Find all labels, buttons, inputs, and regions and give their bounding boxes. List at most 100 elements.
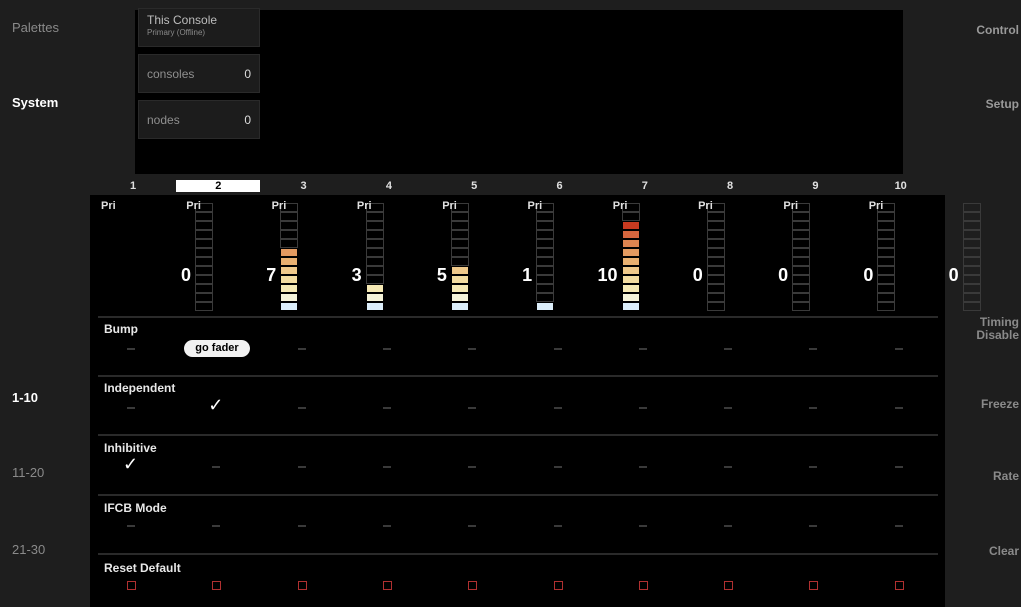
meter-segment bbox=[536, 230, 555, 239]
fader-level-value: 10 bbox=[597, 265, 618, 285]
bump-toggle-9[interactable] bbox=[809, 348, 818, 350]
inhibitive-toggle-8[interactable] bbox=[724, 466, 733, 468]
level-meter[interactable] bbox=[621, 201, 640, 311]
nav-system[interactable]: System bbox=[12, 95, 58, 110]
page-11-20[interactable]: 11-20 bbox=[12, 465, 44, 480]
timing-disable-button[interactable]: Timing Disable bbox=[959, 316, 1021, 342]
ifcb-toggle-9[interactable] bbox=[809, 525, 818, 527]
independent-toggle-6[interactable] bbox=[553, 407, 562, 409]
nodes-box[interactable]: nodes 0 bbox=[138, 100, 260, 139]
reset-default-checkbox[interactable] bbox=[382, 581, 392, 590]
bump-toggle-7[interactable] bbox=[638, 348, 647, 350]
meter-segment bbox=[706, 230, 725, 239]
meter-segment bbox=[365, 293, 384, 302]
independent-toggle-4[interactable] bbox=[382, 407, 391, 409]
inhibitive-toggle-3[interactable] bbox=[297, 466, 306, 468]
independent-toggle-1[interactable] bbox=[127, 407, 135, 409]
independent-toggle-3[interactable] bbox=[297, 407, 306, 409]
meter-segment bbox=[536, 266, 555, 275]
page-21-30[interactable]: 21-30 bbox=[12, 542, 45, 557]
bump-toggle-8[interactable] bbox=[724, 348, 733, 350]
ifcb-toggle-4[interactable] bbox=[382, 525, 391, 527]
reset-default-checkbox[interactable] bbox=[724, 581, 734, 590]
ifcb-toggle-3[interactable] bbox=[297, 525, 306, 527]
ifcb-toggle-7[interactable] bbox=[638, 525, 647, 527]
meter-segment bbox=[706, 221, 725, 230]
independent-check-icon[interactable]: ✓ bbox=[208, 395, 223, 416]
inhibitive-toggle-5[interactable] bbox=[468, 466, 477, 468]
level-meter[interactable] bbox=[450, 201, 469, 311]
fader-number-3[interactable]: 3 bbox=[262, 180, 346, 192]
bump-toggle-3[interactable] bbox=[297, 348, 306, 350]
ifcb-toggle-8[interactable] bbox=[724, 525, 733, 527]
ifcb-toggle-1[interactable] bbox=[127, 525, 135, 527]
nav-setup[interactable]: Setup bbox=[959, 98, 1021, 111]
meter-segment bbox=[280, 248, 299, 257]
bump-toggle-5[interactable] bbox=[468, 348, 477, 350]
ifcb-toggle-10[interactable] bbox=[894, 525, 903, 527]
bump-toggle-1[interactable] bbox=[127, 348, 135, 350]
fader-number-4[interactable]: 4 bbox=[347, 180, 431, 192]
bump-toggle-10[interactable] bbox=[894, 348, 903, 350]
independent-toggle-10[interactable] bbox=[894, 407, 903, 409]
nav-control[interactable]: Control bbox=[959, 24, 1021, 37]
independent-toggle-7[interactable] bbox=[638, 407, 647, 409]
fader-number-8[interactable]: 8 bbox=[688, 180, 772, 192]
inhibitive-toggle-4[interactable] bbox=[382, 466, 391, 468]
fader-number-6[interactable]: 6 bbox=[518, 180, 602, 192]
bump-toggle-4[interactable] bbox=[382, 348, 391, 350]
fader-number-9[interactable]: 9 bbox=[773, 180, 857, 192]
level-meter[interactable] bbox=[195, 201, 213, 311]
level-meter[interactable] bbox=[706, 201, 725, 311]
inhibitive-check-icon[interactable]: ✓ bbox=[123, 454, 138, 475]
inhibitive-toggle-9[interactable] bbox=[809, 466, 818, 468]
level-meter[interactable] bbox=[877, 201, 896, 311]
reset-default-checkbox[interactable] bbox=[894, 581, 904, 590]
priority-label: Pri bbox=[271, 200, 287, 212]
fader-number-1[interactable]: 1 bbox=[91, 180, 175, 192]
independent-toggle-8[interactable] bbox=[724, 407, 733, 409]
meter-segment bbox=[365, 212, 384, 221]
meter-segment bbox=[536, 248, 555, 257]
bump-toggle-6[interactable] bbox=[553, 348, 562, 350]
level-meter[interactable] bbox=[536, 201, 555, 311]
reset-default-checkbox[interactable] bbox=[212, 581, 222, 590]
ifcb-toggle-5[interactable] bbox=[468, 525, 477, 527]
page-1-10[interactable]: 1-10 bbox=[12, 390, 38, 405]
level-meter[interactable] bbox=[365, 201, 384, 311]
reset-default-checkbox[interactable] bbox=[553, 581, 563, 590]
fader-number-10[interactable]: 10 bbox=[859, 180, 943, 192]
meter-segment bbox=[536, 257, 555, 266]
independent-toggle-5[interactable] bbox=[468, 407, 477, 409]
reset-default-checkbox[interactable] bbox=[127, 581, 136, 590]
consoles-box[interactable]: consoles 0 bbox=[138, 54, 260, 93]
inhibitive-toggle-10[interactable] bbox=[894, 466, 903, 468]
ifcb-toggle-6[interactable] bbox=[553, 525, 562, 527]
fader-level-value: 0 bbox=[948, 265, 959, 285]
meter-segment bbox=[195, 221, 213, 230]
fader-number-7[interactable]: 7 bbox=[603, 180, 687, 192]
reset-default-checkbox[interactable] bbox=[638, 581, 648, 590]
clear-button[interactable]: Clear bbox=[959, 545, 1021, 558]
meter-segment bbox=[792, 212, 811, 221]
level-meter[interactable] bbox=[962, 201, 981, 311]
go-fader-button[interactable]: go fader bbox=[184, 340, 250, 357]
fader-number-5[interactable]: 5 bbox=[432, 180, 516, 192]
level-meter[interactable] bbox=[792, 201, 811, 311]
rate-button[interactable]: Rate bbox=[959, 470, 1021, 483]
fader-level-value: 5 bbox=[436, 265, 447, 285]
inhibitive-toggle-7[interactable] bbox=[638, 466, 647, 468]
this-console-box[interactable]: This Console Primary (Offline) bbox=[138, 8, 260, 47]
nav-palettes[interactable]: Palettes bbox=[12, 20, 59, 35]
reset-default-checkbox[interactable] bbox=[809, 581, 819, 590]
independent-toggle-9[interactable] bbox=[809, 407, 818, 409]
inhibitive-toggle-2[interactable] bbox=[212, 466, 221, 468]
level-meter[interactable] bbox=[280, 201, 299, 311]
freeze-button[interactable]: Freeze bbox=[959, 398, 1021, 411]
inhibitive-toggle-6[interactable] bbox=[553, 466, 562, 468]
ifcb-toggle-2[interactable] bbox=[212, 525, 221, 527]
reset-default-checkbox[interactable] bbox=[468, 581, 478, 590]
fader-number-2[interactable]: 2 bbox=[176, 180, 261, 192]
meter-segment bbox=[962, 284, 981, 293]
reset-default-checkbox[interactable] bbox=[297, 581, 307, 590]
